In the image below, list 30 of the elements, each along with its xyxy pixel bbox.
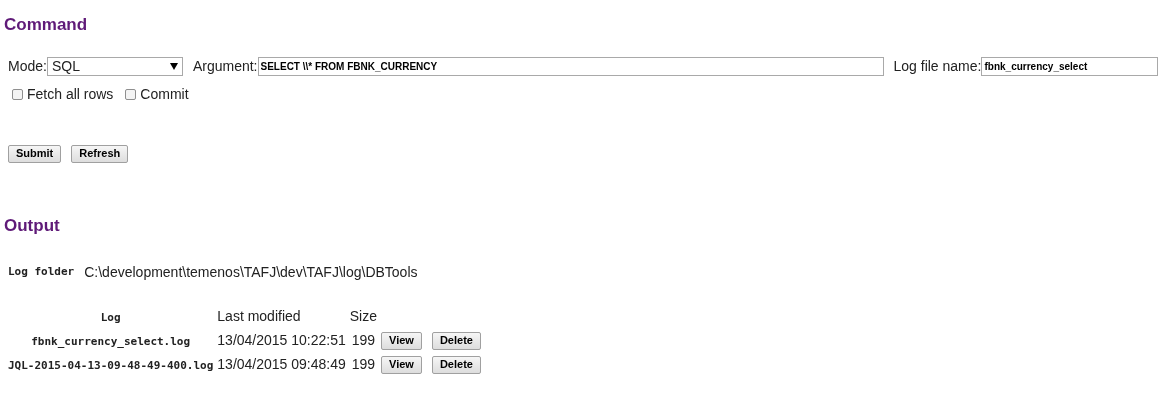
form-button[interactable]: Refresh xyxy=(71,144,129,163)
column-header: Last modified xyxy=(217,308,301,324)
log-file-field[interactable]: fbnk_currency_select xyxy=(981,56,1159,76)
log-file-name: JQL-2015-04-13-09-48-49-400.log xyxy=(8,359,214,372)
column-header: Size xyxy=(349,308,377,324)
modified-date: 13/04/2015 09:48:49 xyxy=(217,356,346,372)
argument-field[interactable]: SELECT \\* FROM FBNK_CURRENCY xyxy=(257,56,884,76)
row-action-button[interactable]: Delete xyxy=(431,331,481,350)
file-size: 199 xyxy=(351,356,375,372)
row-action-button[interactable]: View xyxy=(381,331,422,350)
row-action-button[interactable]: View xyxy=(381,355,422,374)
modified-date: 13/04/2015 10:22:51 xyxy=(217,332,346,348)
form-button[interactable]: Submit xyxy=(8,144,62,163)
argument-label: Argument: xyxy=(192,56,258,76)
section-heading: Command xyxy=(4,14,88,36)
checkbox[interactable] xyxy=(12,88,23,100)
caret-down-icon xyxy=(169,62,178,70)
row-action-button[interactable]: Delete xyxy=(431,355,481,374)
section-heading: Output xyxy=(4,214,60,237)
file-size: 199 xyxy=(351,332,375,348)
log-file-name: fbnk_currency_select.log xyxy=(31,335,191,348)
log-file-label: Log file name: xyxy=(893,56,982,76)
log-folder-label: Log folder xyxy=(8,264,75,281)
mode-label: Mode: xyxy=(8,56,47,76)
checkbox-label: Fetch all rows xyxy=(27,84,114,104)
checkbox-label: Commit xyxy=(140,84,189,104)
mode-select[interactable]: SQL xyxy=(46,56,183,76)
column-header: Log xyxy=(100,311,121,324)
checkbox[interactable] xyxy=(125,88,137,100)
log-folder-path: C:\development\temenos\TAFJ\dev\TAFJ\log\DBTools xyxy=(84,263,418,282)
